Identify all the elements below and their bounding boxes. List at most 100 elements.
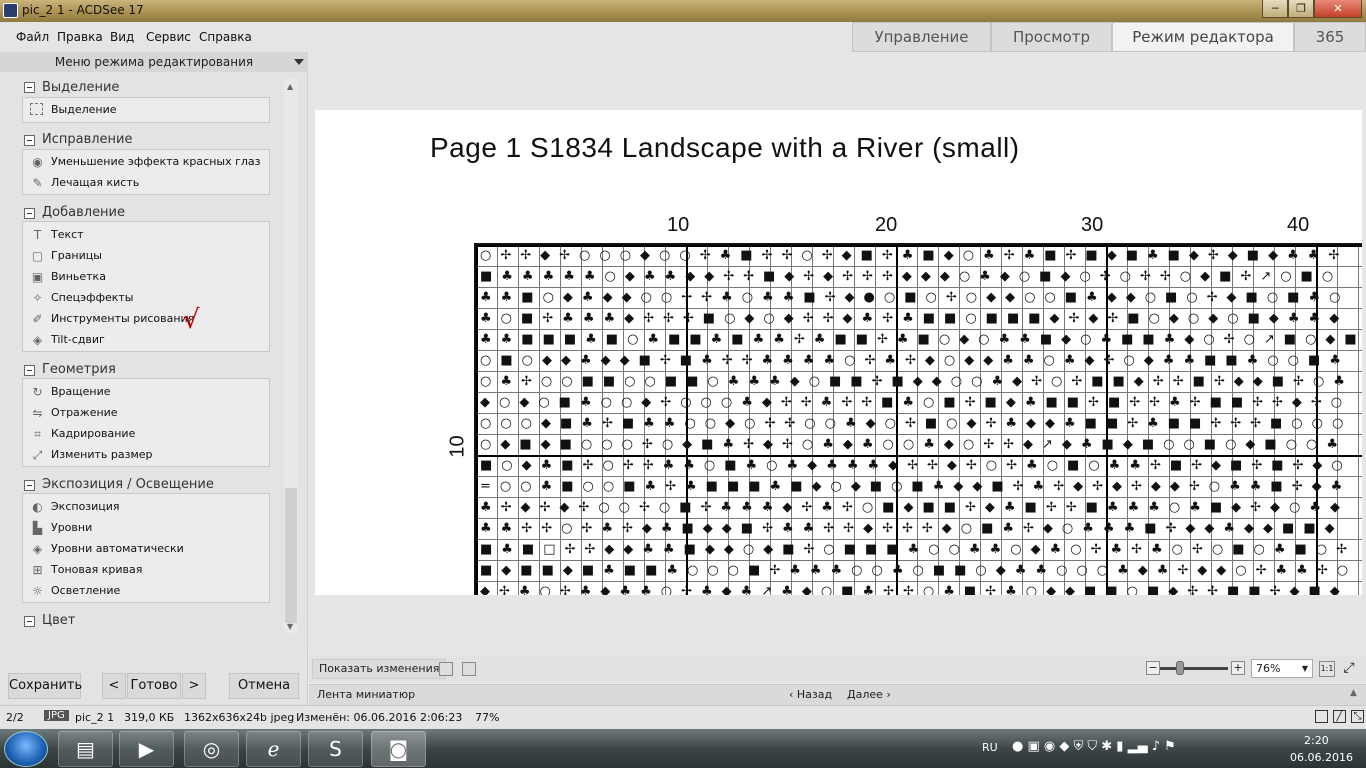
collapse-icon[interactable] xyxy=(24,616,35,627)
tab-editor[interactable]: Режим редактора xyxy=(1112,22,1294,52)
text-icon: T xyxy=(33,228,42,242)
tool-crop[interactable]: ⌗ Кадрирование xyxy=(30,425,135,443)
menu-edit[interactable]: Правка xyxy=(57,30,103,44)
browser-icon[interactable]: ℯ xyxy=(246,731,301,767)
clock-time[interactable]: 2:20 xyxy=(1304,734,1329,747)
tool-rotate[interactable]: ↻ Вращение xyxy=(30,383,110,401)
start-button[interactable] xyxy=(4,731,48,767)
expand-filmstrip-icon[interactable]: ▲ xyxy=(1350,688,1357,698)
tool-drawing[interactable]: ✐ Инструменты рисования xyxy=(30,310,194,328)
resize-icon: ⤢ xyxy=(32,448,43,462)
tool-tilt-shift[interactable]: ◈ Tilt-сдвиг xyxy=(30,331,105,349)
menu-view[interactable]: Вид xyxy=(110,30,134,44)
scrollbar-thumb[interactable] xyxy=(285,488,297,623)
histogram-icon[interactable] xyxy=(462,662,476,676)
zoom-slider-thumb[interactable] xyxy=(1176,661,1184,675)
tool-red-eye[interactable]: ◉ Уменьшение эффекта красных глаз xyxy=(30,153,260,171)
zoom-select[interactable]: 76% ▼ xyxy=(1251,659,1313,678)
cancel-button[interactable]: Отмена xyxy=(229,673,299,699)
levels-icon: ▙ xyxy=(32,521,43,535)
collapse-icon[interactable] xyxy=(24,208,35,219)
media-player-icon[interactable]: ▶ xyxy=(119,731,174,767)
tool-resize[interactable]: ⤢ Изменить размер xyxy=(30,446,153,464)
tool-tone-curve[interactable]: ⊞ Тоновая кривая xyxy=(30,561,142,579)
done-button[interactable]: Готово xyxy=(127,673,181,699)
app-icon[interactable] xyxy=(3,3,18,18)
exposure-icon: ◐ xyxy=(32,500,43,514)
cross-stitch-chart-grid: ○✢✢◆✢○○○◆○○✢♣■✢✢○✢◆■✢♣■◆○♣✢♣■✢■◆■♣■◆✢◆■◆… xyxy=(474,243,1362,595)
menu-tools[interactable]: Сервис xyxy=(146,30,191,44)
tool-levels[interactable]: ▙ Уровни xyxy=(30,519,92,537)
menu-file[interactable]: Файл xyxy=(16,30,49,44)
scroll-up-icon[interactable]: ▲ xyxy=(287,82,293,91)
tool-selection[interactable]: Выделение xyxy=(30,101,117,119)
zoom-slider[interactable] xyxy=(1160,667,1228,670)
flip-icon: ⇋ xyxy=(32,406,43,420)
column-number: 20 xyxy=(875,214,898,236)
scroll-down-icon[interactable]: ▼ xyxy=(287,622,293,631)
back-link[interactable]: ‹ Назад xyxy=(789,688,832,701)
collapse-icon[interactable] xyxy=(24,365,35,376)
document-image: Page 1 S1834 Landscape with a River (sma… xyxy=(315,110,1362,595)
chevron-down-icon[interactable] xyxy=(294,59,304,65)
compare-icon[interactable] xyxy=(439,662,453,676)
section-title-color[interactable]: Цвет xyxy=(42,613,75,628)
tab-view[interactable]: Просмотр xyxy=(991,22,1112,52)
show-changes-button[interactable]: Показать изменения xyxy=(312,659,447,679)
clock-date[interactable]: 06.06.2016 xyxy=(1290,751,1353,764)
fit-screen-icon[interactable]: ⤢ xyxy=(1341,661,1357,677)
next-button[interactable]: > xyxy=(182,673,206,699)
fullscreen-icon[interactable]: ⤡ xyxy=(1351,710,1364,723)
collapse-icon[interactable] xyxy=(24,135,35,146)
skype-icon[interactable]: S xyxy=(308,731,363,767)
panel-header[interactable]: Меню режима редактирования xyxy=(0,52,308,72)
lighting-icon: ☼ xyxy=(32,584,43,598)
maximize-button[interactable]: ❐ xyxy=(1288,0,1314,18)
section-title-selection[interactable]: Выделение xyxy=(42,80,119,95)
tray-icons[interactable]: ● ▣ ◉ ◆ ⛨ ⛉ ✱ ▮ ▂▄ ♪ ⚑ xyxy=(1012,739,1176,754)
collapse-icon[interactable] xyxy=(24,480,35,491)
forward-link[interactable]: Далее › xyxy=(847,688,891,701)
section-title-exposure[interactable]: Экспозиция / Освещение xyxy=(42,477,214,492)
save-button[interactable]: Сохранить xyxy=(8,673,82,699)
status-filename: pic_2 1 xyxy=(75,711,115,724)
zoom-in-button[interactable]: + xyxy=(1231,661,1245,675)
title-bar xyxy=(0,0,1366,22)
view-mode-icon[interactable] xyxy=(1315,710,1328,723)
tool-auto-levels[interactable]: ◈ Уровни автоматически xyxy=(30,540,184,558)
chrome-icon[interactable]: ◎ xyxy=(184,731,239,767)
filmstrip-label[interactable]: Лента миниатюр xyxy=(317,688,415,701)
brush-icon: ✎ xyxy=(32,176,43,190)
explorer-icon[interactable]: ▤ xyxy=(58,731,113,767)
language-indicator[interactable]: RU xyxy=(982,741,998,754)
zoom-out-button[interactable]: − xyxy=(1146,661,1160,675)
tool-borders[interactable]: ▢ Границы xyxy=(30,247,102,265)
magic-wand-icon: ✧ xyxy=(32,291,43,305)
minimize-button[interactable]: ─ xyxy=(1262,0,1288,18)
tool-lighting[interactable]: ☼ Осветление xyxy=(30,582,120,600)
acdsee-taskbar-icon[interactable]: ◙ xyxy=(371,731,426,767)
window-title: pic_2 1 - ACDSee 17 xyxy=(22,3,144,17)
tool-text[interactable]: T Текст xyxy=(30,226,84,244)
tool-effects[interactable]: ✧ Спецэффекты xyxy=(30,289,133,307)
prev-button[interactable]: < xyxy=(102,673,126,699)
status-position: 2/2 xyxy=(6,711,24,724)
tab-365[interactable]: 365 xyxy=(1294,22,1366,52)
tab-manage[interactable]: Управление xyxy=(852,22,991,52)
close-button[interactable]: ✕ xyxy=(1314,0,1362,18)
tool-flip[interactable]: ⇋ Отражение xyxy=(30,404,117,422)
section-title-correction[interactable]: Исправление xyxy=(42,132,133,147)
chevron-down-icon: ▼ xyxy=(1301,664,1308,673)
menu-help[interactable]: Справка xyxy=(199,30,252,44)
vignette-icon: ▣ xyxy=(31,270,44,284)
actual-size-button[interactable]: 1:1 xyxy=(1319,661,1335,677)
edit-icon[interactable]: ╱ xyxy=(1333,710,1346,723)
tool-vignette[interactable]: ▣ Виньетка xyxy=(30,268,106,286)
tool-healing-brush[interactable]: ✎ Лечащая кисть xyxy=(30,174,139,192)
tool-exposure[interactable]: ◐ Экспозиция xyxy=(30,498,119,516)
handwritten-check-mark: √ xyxy=(183,305,200,335)
collapse-icon[interactable] xyxy=(24,82,35,93)
section-title-geometry[interactable]: Геометрия xyxy=(42,362,116,377)
section-title-add[interactable]: Добавление xyxy=(42,205,125,220)
column-number: 30 xyxy=(1081,214,1104,236)
